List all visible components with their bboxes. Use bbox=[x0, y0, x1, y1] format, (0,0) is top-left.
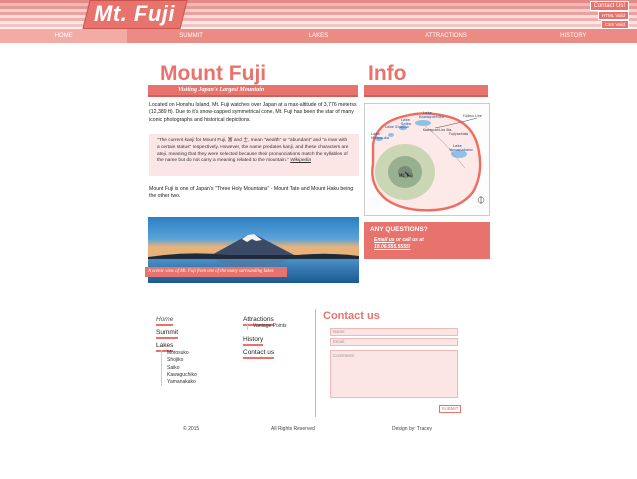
name-field[interactable]: Name: bbox=[330, 328, 458, 336]
footer-nav-home[interactable]: Home bbox=[156, 316, 174, 326]
nav-history[interactable]: HISTORY bbox=[510, 29, 637, 43]
lakes-sublist: Motosuko Shojiko Saiko Kawaguchiko Yaman… bbox=[161, 350, 197, 387]
site-logo[interactable]: Mt. Fuji bbox=[94, 1, 175, 27]
comments-field[interactable]: Comments: bbox=[330, 350, 458, 398]
lake-item[interactable]: Motosuko bbox=[167, 350, 197, 357]
css-valid-badge[interactable]: CSS Valid bbox=[600, 20, 629, 29]
lake-item[interactable]: Shojiko bbox=[167, 357, 197, 364]
submit-button[interactable]: SUBMIT bbox=[439, 405, 461, 413]
holy-mountains-paragraph: Mount Fuji is one of Japan's "Three Holy… bbox=[149, 186, 354, 200]
svg-text:Yamanakako: Yamanakako bbox=[449, 147, 473, 152]
svg-text:Fujikyu Line: Fujikyu Line bbox=[463, 114, 482, 118]
svg-text:Motosuko: Motosuko bbox=[371, 135, 390, 140]
svg-text:Lake Shojiko: Lake Shojiko bbox=[385, 124, 409, 129]
page-subtitle: Visiting Japan's Largest Mountain bbox=[178, 87, 265, 93]
questions-heading: ANY QUESTIONS? bbox=[370, 226, 428, 233]
main-nav: HOME SUMMIT LAKES ATTRACTIONS HISTORY bbox=[0, 29, 637, 43]
lakes-map[interactable]: Lake Kawaguchiko Lake Saiko Lake Shojiko… bbox=[364, 103, 490, 216]
attraction-item[interactable]: Vantage Points bbox=[253, 323, 287, 330]
svg-text:Fujiyoshida: Fujiyoshida bbox=[449, 132, 468, 136]
contact-us-button[interactable]: Contact Us! bbox=[589, 1, 629, 11]
attractions-sublist: Vantage Points bbox=[247, 323, 287, 331]
call-us-text: or call us at bbox=[394, 237, 424, 243]
photo-caption: A scenic view of Mt. Fuji from one of th… bbox=[145, 267, 287, 277]
footer-nav-history[interactable]: History bbox=[243, 336, 264, 346]
footer-nav-contact[interactable]: Contact us bbox=[243, 349, 275, 359]
quote-text: "The current kanji for Mount Fuji, 富 and… bbox=[157, 138, 349, 164]
html-valid-badge[interactable]: HTML Valid bbox=[597, 11, 629, 20]
email-field[interactable]: Email: bbox=[330, 338, 458, 346]
nav-lakes[interactable]: LAKES bbox=[255, 29, 382, 43]
email-us-link[interactable]: Email us bbox=[374, 237, 395, 243]
footer-summit-link[interactable]: Summit bbox=[156, 329, 179, 339]
lake-item[interactable]: Yamanakako bbox=[167, 379, 197, 386]
svg-text:Kawaguchi-ko Sta.: Kawaguchi-ko Sta. bbox=[423, 128, 452, 132]
footer-contact-link[interactable]: Contact us bbox=[243, 349, 275, 359]
lake-item[interactable]: Saiko bbox=[167, 365, 197, 372]
copyright: © 2015 bbox=[183, 426, 200, 432]
phone-link[interactable]: 18.06.555.5555! bbox=[374, 244, 410, 250]
contact-form-title: Contact us bbox=[323, 310, 380, 322]
nav-attractions[interactable]: ATTRACTIONS bbox=[382, 29, 509, 43]
nav-home[interactable]: HOME bbox=[0, 29, 128, 43]
rights-text: All Rights Reserved bbox=[271, 426, 315, 432]
intro-paragraph: Located on Honshu Island, Mt. Fuji watch… bbox=[149, 102, 357, 123]
info-title: Info bbox=[368, 62, 407, 85]
nav-summit[interactable]: SUMMIT bbox=[127, 29, 254, 43]
footer-nav-summit[interactable]: Summit bbox=[156, 329, 179, 339]
footer-history-link[interactable]: History bbox=[243, 336, 264, 346]
kanji-quote: "The current kanji for Mount Fuji, 富 and… bbox=[149, 134, 359, 176]
wikipedia-link[interactable]: Wikipedia bbox=[290, 158, 311, 163]
questions-box: ANY QUESTIONS? Email us or call us at 18… bbox=[364, 222, 490, 259]
info-bar bbox=[364, 85, 488, 97]
questions-body: Email us or call us at 18.06.555.5555! bbox=[370, 237, 484, 251]
page-title: Mount Fuji bbox=[160, 62, 267, 85]
svg-text:Kawaguchiko: Kawaguchiko bbox=[419, 114, 445, 119]
design-credit: Design by: Tracey bbox=[392, 426, 433, 432]
footer-home-link[interactable]: Home bbox=[156, 316, 174, 326]
footer-divider bbox=[315, 309, 316, 417]
svg-text:Mt. Fuji: Mt. Fuji bbox=[399, 173, 413, 178]
lake-item[interactable]: Kawaguchiko bbox=[167, 372, 197, 379]
